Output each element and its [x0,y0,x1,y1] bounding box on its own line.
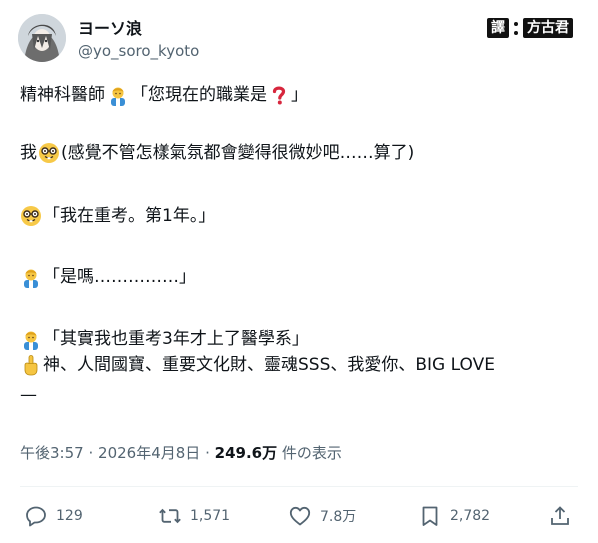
tweet-line-1: 精神科醫師 「您現在的職業是 」 [20,83,580,107]
tweet-actions: 129 1,571 7.8万 2,782 [20,500,580,532]
tweet-date[interactable]: 2026年4月8日 [98,444,200,462]
tweet-line-7: — [20,383,580,407]
bookmark-button[interactable]: 2,782 [418,500,490,532]
author-handle[interactable]: @yo_soro_kyoto [78,42,199,60]
bookmark-count: 2,782 [450,508,491,524]
tweet-meta: 午後3:57 · 2026年4月8日 · 249.6万 件の表示 [20,442,342,463]
question-emoji [268,84,290,106]
nerd-emoji [20,205,42,227]
doctor-emoji [107,84,129,106]
nerd-emoji [38,142,60,164]
tweet-text-segment: 精神科醫師 [20,85,105,105]
view-count-suffix: 件の表示 [281,444,342,462]
doctor-emoji [20,328,42,350]
repost-button[interactable]: 1,571 [158,500,230,532]
avatar[interactable] [18,14,66,62]
tweet-text: 精神科醫師 「您現在的職業是 」 我 (感覺不管怎樣氣氛都會變得很微妙吧……算了… [20,83,580,407]
divider [20,486,578,487]
bookmark-icon [418,504,442,528]
translator-badge-left: 譯 [487,18,509,38]
tweet-text-segment: 我 [20,143,37,163]
tweet-text-segment: 「其實我也重考3年才上了醫學系」 [43,329,309,349]
point-up-emoji [20,354,42,376]
translator-badge-right: 方古君 [523,18,573,38]
meta-separator: · [88,444,94,462]
tweet-text-segment: 「是嗎……………」 [43,267,196,287]
reply-button[interactable]: 129 [24,500,83,532]
tweet-text-segment: 「您現在的職業是 [131,85,267,105]
translator-badge: 譯 方古君 [487,18,573,38]
author-display-name[interactable]: ヨーソ浪 [78,15,142,39]
tweet-time[interactable]: 午後3:57 [20,444,84,462]
tweet-text-segment: 「我在重考。第1年。」 [43,206,216,226]
tweet-line-3: 「我在重考。第1年。」 [20,204,580,228]
tweet-line-2: 我 (感覺不管怎樣氣氛都會變得很微妙吧……算了) [20,141,580,165]
repost-count: 1,571 [190,508,231,524]
tweet-line-6: 神、人間國寶、重要文化財、靈魂SSS、我愛你、BIG LOVE [20,353,580,377]
translator-badge-dots [512,19,520,37]
doctor-emoji [20,266,42,288]
repost-icon [158,504,182,528]
tweet-text-segment: 神、人間國寶、重要文化財、靈魂SSS、我愛你、BIG LOVE [43,355,495,375]
reply-count: 129 [56,508,83,524]
meta-separator: · [205,444,210,462]
tweet-text-segment: — [20,385,37,405]
like-button[interactable]: 7.8万 [288,500,356,532]
share-icon [548,504,572,528]
share-button[interactable] [548,500,572,532]
like-icon [288,504,312,528]
tweet-line-4: 「是嗎……………」 [20,265,580,289]
reply-icon [24,504,48,528]
tweet-line-5: 「其實我也重考3年才上了醫學系」 [20,327,580,351]
tweet-text-segment: (感覺不管怎樣氣氛都會變得很微妙吧……算了) [61,143,415,163]
view-count: 249.6万 [214,444,278,462]
tweet-text-segment: 」 [291,85,308,105]
like-count: 7.8万 [320,509,357,525]
